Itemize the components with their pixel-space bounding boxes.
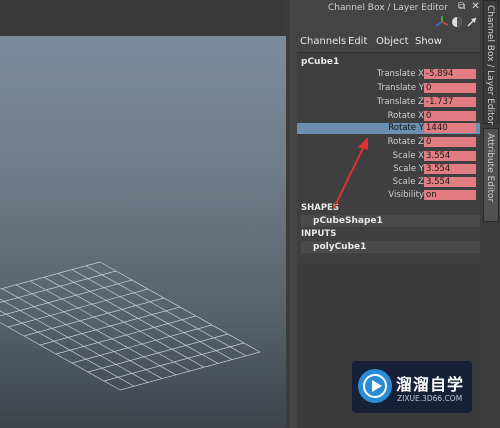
channel-value[interactable]: 0 bbox=[424, 137, 476, 147]
tab-channel-box-label: Channel Box / Layer Editor bbox=[485, 5, 495, 125]
half-circle-icon[interactable] bbox=[451, 16, 463, 28]
grid-line bbox=[85, 265, 247, 357]
grid-line bbox=[0, 310, 135, 387]
channel-label: Translate Z bbox=[376, 97, 424, 107]
grid-line bbox=[99, 261, 261, 353]
channel-row[interactable]: Scale X 3.554 bbox=[297, 151, 480, 162]
watermark: 溜溜自学 ZIXUE.3D66.COM bbox=[352, 361, 472, 413]
channel-value[interactable]: 1440 bbox=[424, 123, 476, 133]
perspective-grid bbox=[0, 261, 261, 391]
channel-value[interactable]: -5.894 bbox=[424, 69, 476, 79]
window-controls: ⧉ ✕ bbox=[455, 1, 480, 12]
channel-value[interactable]: 3.554 bbox=[424, 177, 476, 187]
input-node-row[interactable]: polyCube1 bbox=[301, 241, 480, 253]
tab-channel-box[interactable]: Channel Box / Layer Editor bbox=[483, 0, 499, 125]
shapes-header: SHAPES bbox=[301, 203, 339, 213]
tab-attribute-editor-label: Attribute Editor bbox=[485, 133, 495, 203]
grid-line bbox=[43, 276, 205, 368]
grid-line bbox=[71, 269, 233, 360]
shape-node-row[interactable]: pCubeShape1 bbox=[301, 215, 480, 227]
channel-label: Scale Z bbox=[392, 177, 424, 187]
watermark-url: ZIXUE.3D66.COM bbox=[397, 394, 463, 403]
watermark-logo-icon bbox=[358, 369, 392, 403]
channel-row[interactable]: Visibility on bbox=[297, 190, 480, 201]
channel-row[interactable]: Rotate X 0 bbox=[297, 111, 480, 122]
axes-icon[interactable] bbox=[436, 16, 448, 28]
close-icon[interactable]: ✕ bbox=[471, 1, 479, 12]
channel-value[interactable]: 0 bbox=[424, 83, 476, 93]
channel-label: Visibility bbox=[388, 190, 424, 200]
menu-channels[interactable]: Channels bbox=[300, 36, 346, 47]
channel-row[interactable]: Scale Y 3.554 bbox=[297, 164, 480, 175]
grid-line bbox=[0, 261, 101, 290]
watermark-name: 溜溜自学 bbox=[396, 375, 465, 394]
channel-row[interactable]: Translate Y 0 bbox=[297, 83, 480, 94]
panel-title: Channel Box / Layer Editor bbox=[328, 3, 448, 13]
channel-value[interactable]: 3.554 bbox=[424, 151, 476, 161]
toolbar-icons bbox=[436, 16, 480, 32]
channel-label: Rotate X bbox=[387, 111, 424, 121]
channel-label: Translate Y bbox=[377, 83, 425, 93]
channel-label: Translate X bbox=[376, 69, 424, 79]
grid-line bbox=[15, 284, 177, 376]
channel-row[interactable]: Scale Z 3.554 bbox=[297, 177, 480, 188]
channel-value[interactable]: -1.737 bbox=[424, 97, 476, 107]
menu-object[interactable]: Object bbox=[376, 36, 409, 47]
float-icon[interactable]: ⧉ bbox=[458, 1, 465, 12]
channel-label: Scale X bbox=[392, 151, 424, 161]
channel-row[interactable]: Rotate Z 0 bbox=[297, 137, 480, 148]
grid-line bbox=[1, 288, 163, 379]
object-name[interactable]: pCube1 bbox=[301, 57, 339, 67]
channel-label: Rotate Y bbox=[388, 123, 424, 133]
channel-value[interactable]: 3.554 bbox=[424, 164, 476, 174]
input-node[interactable]: polyCube1 bbox=[313, 242, 366, 252]
channel-list: pCube1 Translate X -5.894 Translate Y 0 … bbox=[297, 52, 480, 265]
grid-line bbox=[0, 270, 117, 303]
channel-row[interactable]: Translate Z -1.737 bbox=[297, 97, 480, 108]
grid-line bbox=[29, 280, 191, 372]
channel-row-selected[interactable]: Rotate Y 1440 bbox=[297, 123, 480, 134]
grid-line bbox=[57, 273, 219, 364]
menu-edit[interactable]: Edit bbox=[348, 36, 367, 47]
3d-viewport[interactable] bbox=[0, 0, 286, 428]
shape-node[interactable]: pCubeShape1 bbox=[313, 216, 383, 226]
channel-label: Rotate Z bbox=[387, 137, 424, 147]
arrow-icon[interactable] bbox=[466, 16, 478, 28]
channel-label: Scale Y bbox=[393, 164, 424, 174]
menu-bar: Channels Edit Object Show bbox=[294, 34, 480, 50]
channel-value[interactable]: on bbox=[424, 190, 476, 200]
menu-show[interactable]: Show bbox=[415, 36, 442, 47]
channel-row[interactable]: Translate X -5.894 bbox=[297, 69, 480, 80]
tab-attribute-editor[interactable]: Attribute Editor bbox=[483, 128, 499, 222]
inputs-header: INPUTS bbox=[301, 229, 337, 239]
channel-value[interactable]: 0 bbox=[424, 111, 476, 121]
